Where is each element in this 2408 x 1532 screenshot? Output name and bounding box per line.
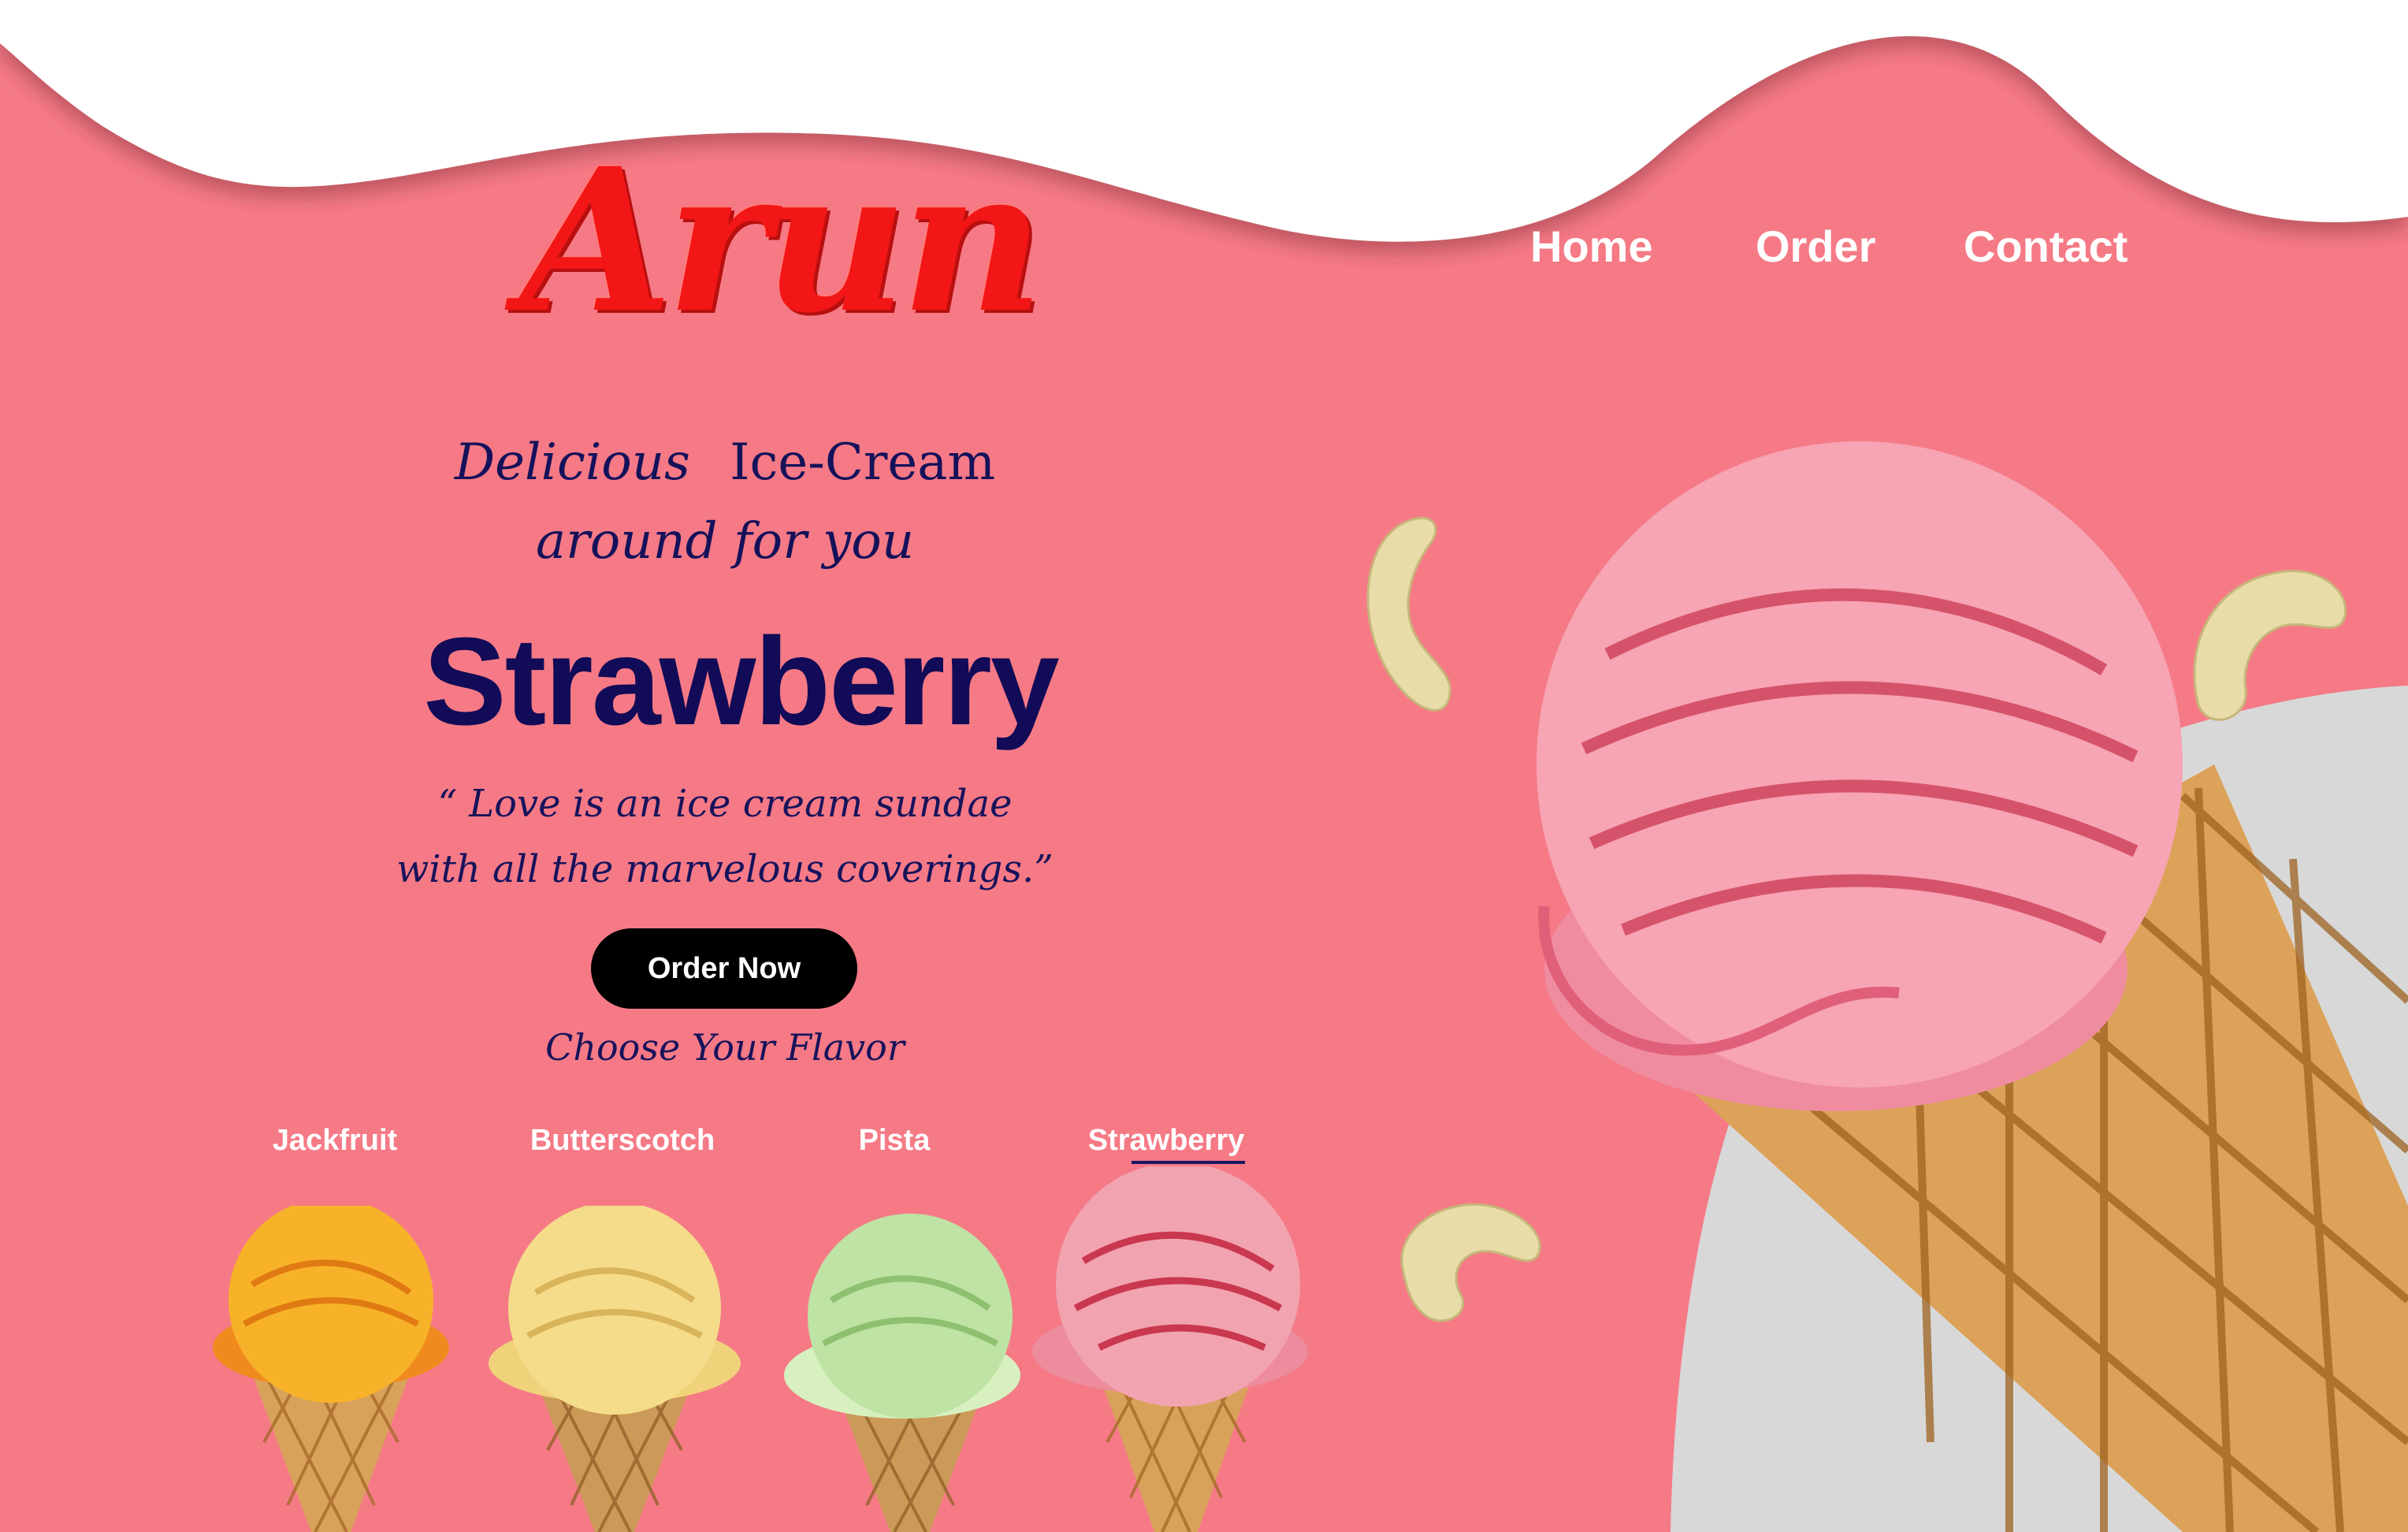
nav-contact[interactable]: Contact [1964,221,2127,272]
flavor-tab-butterscotch[interactable]: Butterscotch [520,1124,725,1158]
flavor-title: Strawberry [423,612,1060,751]
jackfruit-cone-image[interactable] [205,1206,457,1532]
tagline-word-icecream: Ice-Cream [730,433,996,492]
butterscotch-cone-image[interactable] [481,1206,749,1532]
quote-line-1: “ Love is an ice cream sundae [437,782,1013,826]
flavor-tab-strawberry[interactable]: Strawberry [1080,1124,1253,1158]
flavor-tab-pista[interactable]: Pista [843,1124,946,1158]
flavor-tab-jackfruit[interactable]: Jackfruit [260,1124,410,1158]
tagline-word-delicious: Delicious [454,433,690,492]
selected-flavor-underline [1132,1161,1245,1164]
nav-home[interactable]: Home [1530,221,1653,272]
brand-logo[interactable]: Arun [520,142,1044,339]
order-now-button[interactable]: Order Now [591,928,857,1009]
pista-cone-image[interactable] [784,1214,1036,1532]
strawberry-cone-image[interactable] [1020,1166,1320,1532]
tagline-line-2: around for you [535,512,915,571]
white-wave [0,0,2408,242]
quote-line-2: with all the marvelous coverings.” [396,847,1054,891]
hero-strawberry-cone-image [1537,441,2408,1532]
tagline-line-1: Delicious Ice-Cream [331,433,1119,492]
nav-order[interactable]: Order [1756,221,1876,272]
choose-flavor-label: Choose Your Flavor [545,1026,905,1069]
